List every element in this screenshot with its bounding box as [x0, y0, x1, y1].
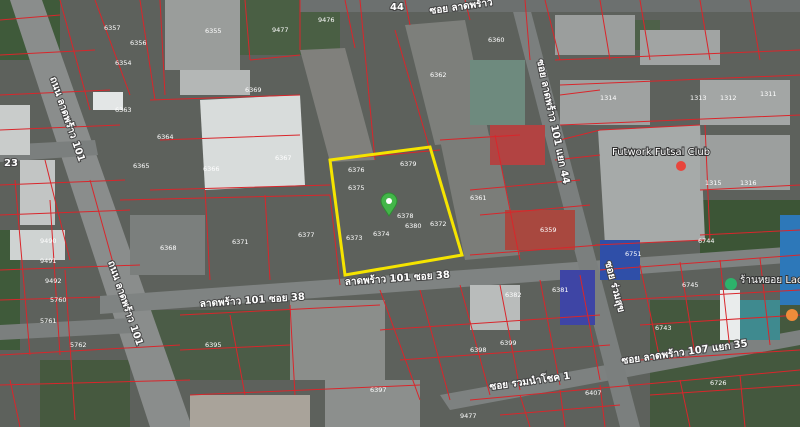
parcel-number: 6371 — [232, 238, 249, 246]
parcel-number: 6398 — [470, 346, 487, 354]
road-label: 23 — [4, 158, 18, 169]
map-view[interactable]: 6376 6379 6375 6378 6372 6373 6374 6371 … — [0, 0, 800, 427]
parcel-number: 6375 — [348, 184, 365, 192]
parcel-number: 1313 — [690, 94, 707, 102]
parcel-number: 6355 — [205, 27, 222, 35]
poi-pin-icon[interactable] — [725, 278, 737, 290]
parcel-number: 6367 — [275, 154, 292, 162]
parcel-number: 6374 — [373, 230, 390, 238]
parcel-number: 6372 — [430, 220, 447, 228]
parcel-number: 6363 — [115, 106, 132, 114]
parcel-number: 6395 — [205, 341, 222, 349]
parcel-number: 6356 — [130, 39, 147, 47]
parcel-number: 6366 — [203, 165, 220, 173]
parcel-number: 6379 — [400, 160, 417, 168]
parcel-number: 6361 — [470, 194, 487, 202]
parcel-number: 9476 — [318, 16, 335, 24]
parcel-number: 9491 — [40, 257, 57, 265]
parcel-number: 6357 — [104, 24, 121, 32]
parcel-number: 6378 — [397, 212, 414, 220]
parcel-number: 6368 — [160, 244, 177, 252]
parcel-number: 6377 — [298, 231, 315, 239]
parcel-number: 6726 — [710, 379, 727, 387]
parcel-number: 6373 — [346, 234, 363, 242]
parcel-number: 6397 — [370, 386, 387, 394]
parcel-number: 1316 — [740, 179, 757, 187]
parcel-number: 6381 — [552, 286, 569, 294]
parcel-number: 6362 — [430, 71, 447, 79]
poi-label[interactable]: ร้านหยอย Lady — [739, 273, 800, 287]
parcel-number: 1315 — [705, 179, 722, 187]
parcel-number: 5762 — [70, 341, 87, 349]
parcel-number: 6380 — [405, 222, 422, 230]
road-label: 44 — [390, 2, 404, 13]
parcel-number: 6743 — [655, 324, 672, 332]
parcel-number: 6399 — [500, 339, 517, 347]
poi-label[interactable]: Futwork Futsal Club — [611, 146, 711, 159]
satellite-map[interactable]: 6376 6379 6375 6378 6372 6373 6374 6371 … — [0, 0, 800, 427]
parcel-number: 5760 — [50, 296, 67, 304]
parcel-number: 9477 — [272, 26, 289, 34]
parcel-number: 1312 — [720, 94, 737, 102]
parcel-number: 6369 — [245, 86, 262, 94]
parcel-number: 5761 — [40, 317, 57, 325]
parcel-number: 1314 — [600, 94, 617, 102]
parcel-number: 9490 — [40, 237, 57, 245]
parcel-number: 6360 — [488, 36, 505, 44]
parcel-number: 6744 — [698, 237, 715, 245]
poi-pin-icon[interactable] — [786, 309, 798, 321]
parcel-number: 6364 — [157, 133, 174, 141]
parcel-number: 6365 — [133, 162, 150, 170]
parcel-number: 6407 — [585, 389, 602, 397]
parcel-number: 6382 — [505, 291, 522, 299]
parcel-number: 6354 — [115, 59, 132, 67]
parcel-number: 6376 — [348, 166, 365, 174]
parcel-number: 9477 — [460, 412, 477, 420]
parcel-number: 6359 — [540, 226, 557, 234]
parcel-number: 6751 — [625, 250, 642, 258]
poi-pin-icon[interactable] — [676, 161, 686, 171]
parcel-number: 9492 — [45, 277, 62, 285]
parcel-number: 6745 — [682, 281, 699, 289]
parcel-number: 1311 — [760, 90, 777, 98]
